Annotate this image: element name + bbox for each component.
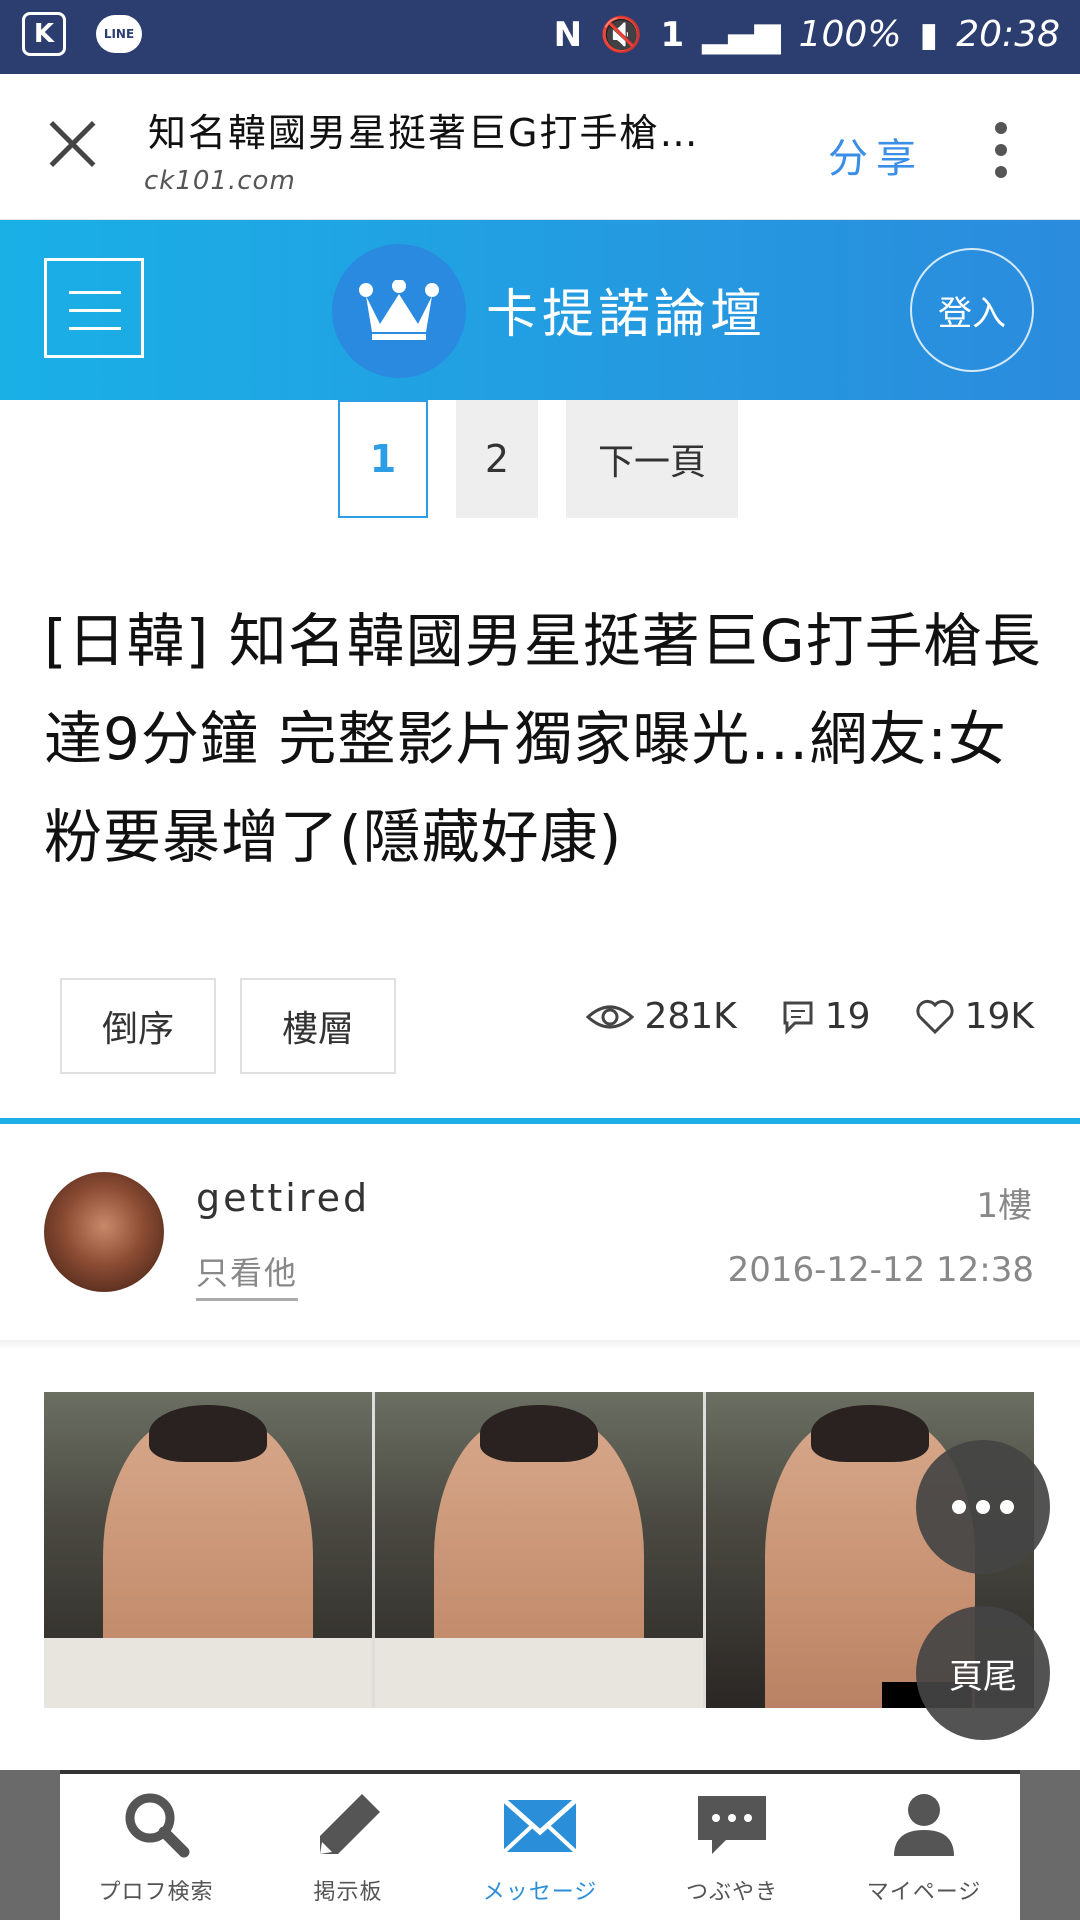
system-icons: N 🔇 1 ▂▄▆ 100% ▮ 20:38 [554,14,1060,55]
signal-icon: ▂▄▆ [702,14,781,55]
image-frame [44,1392,375,1708]
line-app-icon: LINE [96,15,142,53]
avatar[interactable] [44,1172,164,1292]
go-to-bottom-button[interactable]: 頁尾 [916,1606,1050,1740]
views-stat: 281K [586,996,737,1037]
user-icon [894,1794,954,1856]
page-1-button[interactable]: 1 [338,400,428,518]
post-title: [日韓] 知名韓國男星挺著巨G打手槍長達9分鐘 完整影片獨家曝光…網友:女粉要暴… [44,607,1042,871]
section-divider [0,1118,1080,1124]
browser-toolbar: 知名韓國男星挺著巨G打手槍… ck101.com 分享 [0,74,1080,220]
nav-label: マイページ [866,1880,982,1905]
author-username[interactable]: gettired [196,1176,370,1220]
more-options-button[interactable] [916,1440,1050,1574]
pagination: 1 2 下一頁 [338,400,738,518]
nav-item-tweets[interactable]: つぶやき [636,1774,828,1920]
site-name: 卡提諾論壇 [486,285,767,345]
next-page-button[interactable]: 下一頁 [566,400,738,518]
search-icon [125,1793,190,1858]
post-image[interactable] [44,1392,1034,1708]
post-stats: 281K 19 19K [542,996,1034,1037]
comments-stat: 19 [781,996,871,1037]
sim-icon: 1 [660,14,685,55]
nav-item-board[interactable]: 掲示板 [252,1774,444,1920]
nav-item-messages[interactable]: メッセージ [444,1774,636,1920]
status-bar: K LINE N 🔇 1 ▂▄▆ 100% ▮ 20:38 [0,0,1080,74]
heart-icon[interactable] [915,999,955,1035]
image-frame [375,1392,706,1708]
only-author-link[interactable]: 只看他 [196,1248,299,1301]
login-button[interactable]: 登入 [910,248,1034,372]
floor-number: 1樓 [976,1186,1032,1226]
nfc-icon: N [553,14,583,55]
mail-icon [502,1798,578,1854]
hamburger-menu-button[interactable] [44,258,144,358]
eye-icon [586,1005,635,1028]
close-icon[interactable] [46,118,98,170]
share-button[interactable]: 分享 [828,126,924,184]
comment-icon [783,1001,813,1035]
mute-icon: 🔇 [600,14,643,55]
notification-icons: K LINE [22,12,142,56]
browser-page-title: 知名韓國男星挺著巨G打手槍… [148,111,700,155]
comments-count: 19 [824,996,871,1037]
site-logo[interactable] [332,244,466,378]
nav-label: プロフ検索 [98,1880,214,1905]
battery-icon: ▮ [919,14,939,55]
views-count: 281K [644,996,737,1037]
likes-count: 19K [964,996,1034,1037]
page-2-button[interactable]: 2 [456,400,538,518]
browser-url: ck101.com [144,166,296,196]
crown-icon [359,280,439,340]
floor-jump-button[interactable]: 樓層 [240,978,396,1074]
clock: 20:38 [956,14,1060,55]
likes-stat[interactable]: 19K [915,996,1034,1037]
nav-item-profile-search[interactable]: プロフ検索 [60,1774,252,1920]
chat-icon [698,1796,766,1854]
nav-label: メッセージ [482,1880,598,1905]
author-separator [0,1340,1080,1350]
battery-percent: 100% [798,14,902,55]
nav-label: 掲示板 [313,1880,383,1905]
site-header: 卡提諾論壇 登入 [0,220,1080,400]
bottom-nav-overlay: プロフ検索 掲示板 メッセージ つぶやき マイページ [0,1770,1080,1920]
bottom-nav: プロフ検索 掲示板 メッセージ つぶやき マイページ [60,1770,1020,1920]
post-timestamp: 2016-12-12 12:38 [727,1250,1034,1290]
k-app-icon: K [22,12,66,56]
nav-label: つぶやき [685,1880,778,1905]
pencil-icon [320,1794,380,1854]
nav-item-my-page[interactable]: マイページ [828,1774,1020,1920]
reverse-order-button[interactable]: 倒序 [60,978,216,1074]
more-menu-icon[interactable] [990,122,1012,178]
